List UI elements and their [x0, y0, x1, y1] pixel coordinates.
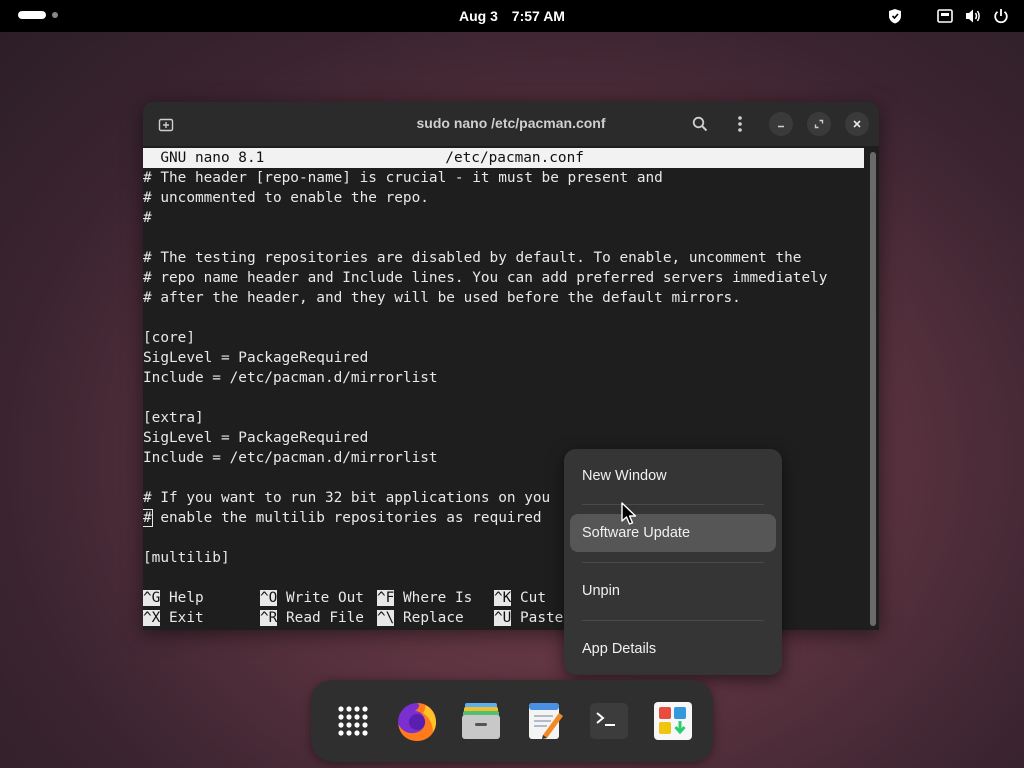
shortcut-key: ^O	[260, 590, 278, 606]
dock-context-menu: New Window Software Update Unpin App Det…	[564, 449, 782, 675]
clock-date: Aug 3	[459, 8, 498, 24]
shortcut-key: ^K	[494, 590, 512, 606]
file-line: # after the header, and they will be use…	[143, 290, 741, 306]
file-line: SigLevel = PackageRequired	[143, 430, 369, 446]
power-icon[interactable]	[992, 7, 1010, 25]
dock	[311, 680, 713, 762]
shortcut-key: ^U	[494, 610, 512, 626]
mouse-pointer-icon	[620, 502, 638, 531]
minimize-icon[interactable]	[769, 112, 793, 136]
software-icon[interactable]	[649, 697, 697, 745]
file-line: # repo name header and Include lines. Yo…	[143, 270, 828, 286]
scrollbar[interactable]	[870, 152, 876, 626]
file-line-text: enable the multilib repositories as requ…	[151, 510, 542, 526]
terminal-icon[interactable]	[585, 697, 633, 745]
shortcut-key: ^R	[260, 610, 278, 626]
file-line: Include = /etc/pacman.d/mirrorlist	[143, 370, 438, 386]
shortcut-item: ^G Help	[143, 588, 260, 608]
clock[interactable]: Aug 3 7:57 AM	[0, 8, 1024, 24]
shortcut-key: ^\	[377, 610, 395, 626]
file-line	[143, 388, 865, 408]
network-icon[interactable]	[936, 7, 954, 25]
maximize-icon[interactable]	[807, 112, 831, 136]
shortcut-item: ^X Exit	[143, 608, 260, 628]
file-line: #	[143, 210, 152, 226]
file-line	[143, 228, 865, 248]
shortcut-key: ^F	[377, 590, 395, 606]
nano-filename: /etc/pacman.conf	[445, 150, 584, 166]
shortcut-label: Paste	[520, 610, 564, 626]
file-line: # The testing repositories are disabled …	[143, 250, 802, 266]
menu-icon[interactable]	[729, 113, 751, 135]
close-icon[interactable]	[845, 112, 869, 136]
menu-separator	[582, 504, 764, 505]
menu-separator	[582, 562, 764, 563]
nano-version: GNU nano 8.1	[143, 150, 265, 166]
top-bar: Aug 3 7:57 AM	[0, 0, 1024, 32]
file-line	[143, 308, 865, 328]
shortcut-label: Exit	[169, 610, 204, 626]
menu-item-app-details[interactable]: App Details	[570, 630, 776, 668]
shortcut-key: ^X	[143, 610, 161, 626]
file-line: # uncommented to enable the repo.	[143, 190, 429, 206]
firefox-icon[interactable]	[393, 697, 441, 745]
shortcut-label: Write Out	[286, 590, 364, 606]
text-editor-icon[interactable]	[521, 697, 569, 745]
file-line: [core]	[143, 330, 195, 346]
search-icon[interactable]	[689, 113, 711, 135]
file-line: SigLevel = PackageRequired	[143, 350, 369, 366]
shortcut-label: Read File	[286, 610, 364, 626]
shortcut-item: ^F Where Is	[377, 588, 494, 608]
shield-icon[interactable]	[886, 7, 904, 25]
clock-time: 7:57 AM	[511, 8, 565, 24]
app-grid-icon[interactable]	[329, 697, 377, 745]
shortcut-label: Cut	[520, 590, 546, 606]
shortcut-label: Where Is	[403, 590, 473, 606]
system-tray[interactable]	[886, 7, 1010, 25]
text-cursor: #	[143, 509, 153, 527]
menu-item-software-update[interactable]: Software Update	[570, 514, 776, 552]
shortcut-item: ^\ Replace	[377, 608, 494, 628]
files-icon[interactable]	[457, 697, 505, 745]
nano-title-bar: GNU nano 8.1/etc/pacman.conf	[143, 148, 864, 168]
shortcut-item: ^R Read File	[260, 608, 377, 628]
shortcut-label: Replace	[403, 610, 464, 626]
menu-item-unpin[interactable]: Unpin	[570, 572, 776, 610]
volume-icon[interactable]	[964, 7, 982, 25]
file-line: # The header [repo-name] is crucial - it…	[143, 170, 663, 186]
file-line: [extra]	[143, 410, 204, 426]
menu-item-new-window[interactable]: New Window	[570, 457, 776, 495]
shortcut-key: ^G	[143, 590, 161, 606]
terminal-header-bar[interactable]: sudo nano /etc/pacman.conf	[143, 102, 879, 146]
shortcut-item: ^O Write Out	[260, 588, 377, 608]
shortcut-label: Help	[169, 590, 204, 606]
menu-separator	[582, 620, 764, 621]
